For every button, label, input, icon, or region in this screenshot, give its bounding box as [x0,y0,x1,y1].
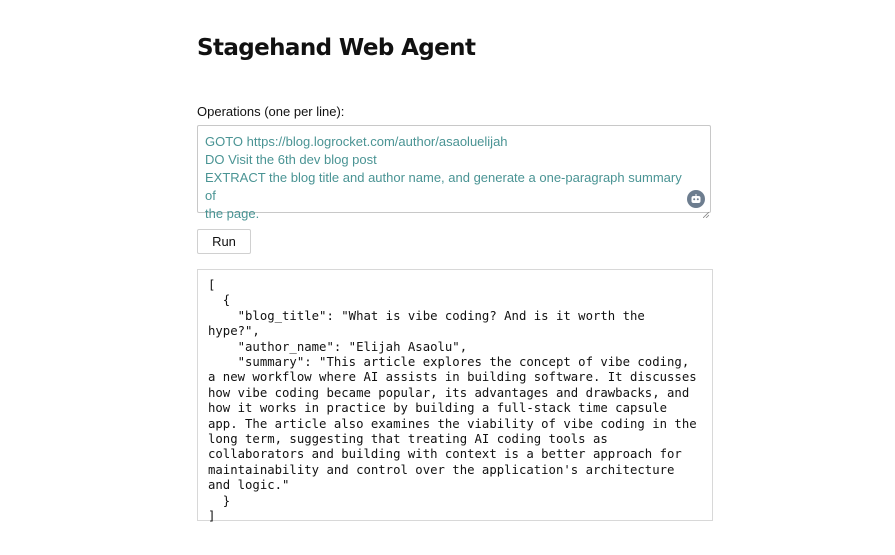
output-line: app. The article also examines the viabi… [208,416,697,431]
output-line: and logic." [208,478,290,493]
output-line: maintainability and control over the app… [208,462,675,477]
output-line: "blog_title": "What is vibe coding? And … [208,308,645,323]
page-title: Stagehand Web Agent [197,35,476,61]
operation-line: EXTRACT the blog title and author name, … [205,170,686,203]
output-line: collaborators and building with context … [208,447,682,462]
output-line: "summary": "This article explores the co… [208,355,690,370]
output-text: [ { "blog_title": "What is vibe coding? … [208,278,697,525]
output-line: [ [208,278,216,292]
output-line: "author_name": "Elijah Asaolu", [208,339,468,354]
operation-line: GOTO https://blog.logrocket.com/author/a… [205,134,508,149]
operations-text[interactable]: GOTO https://blog.logrocket.com/author/a… [205,133,688,223]
output-line: long term, suggesting that treating AI c… [208,432,608,447]
output-line: a new workflow where AI assists in build… [208,370,697,385]
operation-line: DO Visit the 6th dev blog post [205,152,377,167]
output-line: hype?", [208,324,260,339]
output-line: ] [208,509,216,524]
output-panel: [ { "blog_title": "What is vibe coding? … [197,269,713,523]
operations-label: Operations (one per line): [197,104,345,119]
operations-textarea[interactable]: GOTO https://blog.logrocket.com/author/a… [197,125,711,221]
output-line: how vibe coding became popular, its adva… [208,385,690,400]
output-line: { [208,293,231,308]
operation-line: the page. [205,206,260,221]
resize-handle-icon[interactable] [702,205,710,219]
output-line: how it works in practice by building a f… [208,401,668,416]
output-line: } [208,493,231,508]
run-button[interactable]: Run [197,229,251,254]
